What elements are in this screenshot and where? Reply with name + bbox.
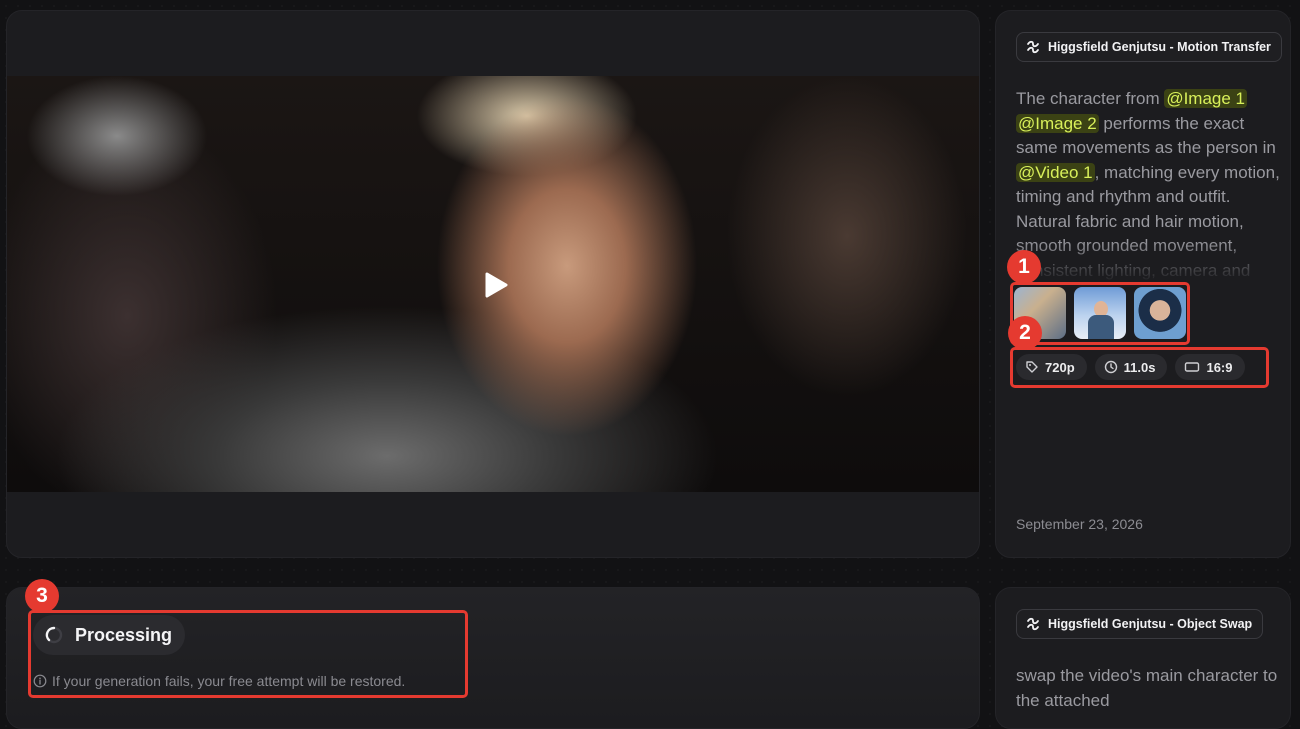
mention-image-1[interactable]: @Image 1 [1164,89,1248,108]
model-name: Higgsfield Genjutsu - Motion Transfer [1048,40,1271,54]
play-icon [485,272,508,298]
generation-details-card-2: Higgsfield Genjutsu - Object Swap swap t… [995,587,1291,729]
model-logo-icon [1027,617,1039,631]
prompt-text: The character from @Image 1 @Image 2 per… [1016,87,1281,283]
annotation-box-3 [28,610,468,698]
video-preview-card[interactable] [6,10,980,558]
annotation-marker-2: 2 [1008,316,1042,350]
model-name-2: Higgsfield Genjutsu - Object Swap [1048,617,1253,631]
creation-date: September 23, 2026 [1016,516,1143,532]
mention-video-1[interactable]: @Video 1 [1016,162,1095,182]
mention-image-2[interactable]: @Image 2 [1016,113,1099,133]
prompt-segment: The character from [1016,89,1165,108]
video-frame[interactable] [7,76,979,492]
annotation-box-2 [1010,347,1269,388]
prompt-text-2: swap the video's main character to the a… [1016,666,1278,710]
model-badge[interactable]: Higgsfield Genjutsu - Motion Transfer [1016,32,1282,62]
model-badge-2[interactable]: Higgsfield Genjutsu - Object Swap [1016,609,1264,639]
model-logo-icon [1027,40,1039,54]
play-button[interactable] [481,270,511,300]
annotation-marker-1: 1 [1007,250,1041,284]
annotation-marker-3: 3 [25,579,59,613]
